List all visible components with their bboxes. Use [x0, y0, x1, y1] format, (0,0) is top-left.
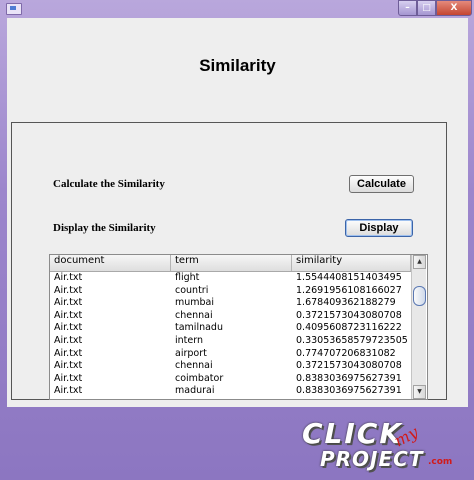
- cell-similarity[interactable]: 0.4095608723116222: [292, 322, 411, 335]
- cell-term[interactable]: countri: [171, 285, 292, 298]
- cell-similarity[interactable]: 1.2691956108166027: [292, 285, 411, 298]
- app-icon: [6, 3, 22, 15]
- minimize-icon: –: [405, 3, 410, 13]
- table-row[interactable]: Air.txt madurai 0.8383036975627391: [50, 385, 411, 398]
- cell-document[interactable]: Air.txt: [50, 272, 171, 285]
- close-icon: X: [450, 3, 458, 13]
- cell-similarity[interactable]: 0.33053658579723505: [292, 335, 411, 348]
- clickmyproject-logo: CLICK my PROJECT .com: [302, 417, 468, 477]
- calculate-button[interactable]: Calculate: [349, 175, 414, 193]
- maximize-icon: □: [422, 3, 431, 13]
- logo-dotcom-text: .com: [428, 457, 453, 467]
- table-row[interactable]: Air.txt tamilnadu 0.4095608723116222: [50, 322, 411, 335]
- calculate-label: Calculate the Similarity: [53, 178, 165, 190]
- cell-document[interactable]: Air.txt: [50, 348, 171, 361]
- table-row[interactable]: Air.txt chennai 0.3721573043080708: [50, 360, 411, 373]
- maximize-button[interactable]: □: [417, 0, 436, 16]
- cell-document[interactable]: Air.txt: [50, 310, 171, 323]
- cell-similarity[interactable]: 0.3721573043080708: [292, 360, 411, 373]
- cell-term[interactable]: madurai: [171, 385, 292, 398]
- minimize-button[interactable]: –: [398, 0, 417, 16]
- logo-click-text: CLICK: [302, 417, 404, 450]
- cell-document[interactable]: Air.txt: [50, 385, 171, 398]
- cell-document[interactable]: Air.txt: [50, 322, 171, 335]
- similarity-panel: Calculate the Similarity Calculate Displ…: [11, 122, 447, 400]
- cell-document[interactable]: Air.txt: [50, 360, 171, 373]
- vertical-scrollbar[interactable]: ▲ ▼: [411, 255, 426, 399]
- cell-similarity[interactable]: 0.774707206831082: [292, 348, 411, 361]
- page-title: Similarity: [199, 56, 276, 75]
- display-label: Display the Similarity: [53, 222, 156, 234]
- scroll-down-button[interactable]: ▼: [413, 385, 426, 399]
- cell-similarity[interactable]: 1.5544408151403495: [292, 272, 411, 285]
- cell-similarity[interactable]: 0.8383036975627391: [292, 385, 411, 398]
- title-bar[interactable]: – □ X: [0, 0, 474, 16]
- display-button[interactable]: Display: [345, 219, 413, 237]
- table-header: document term similarity: [50, 255, 411, 272]
- similarity-table: document term similarity Air.txt flight 1.…: [49, 254, 428, 400]
- scroll-thumb[interactable]: [413, 286, 426, 306]
- cell-document[interactable]: Air.txt: [50, 373, 171, 386]
- table-row[interactable]: Air.txt chennai 0.3721573043080708: [50, 310, 411, 323]
- window-frame: – □ X Similarity Calculate the Similarit…: [0, 0, 474, 480]
- arrow-up-icon: ▲: [417, 258, 422, 265]
- cell-term[interactable]: tamilnadu: [171, 322, 292, 335]
- cell-term[interactable]: flight: [171, 272, 292, 285]
- arrow-down-icon: ▼: [417, 388, 422, 395]
- table-row[interactable]: Air.txt countri 1.2691956108166027: [50, 285, 411, 298]
- table-row[interactable]: Air.txt intern 0.33053658579723505: [50, 335, 411, 348]
- table-row[interactable]: Air.txt airport 0.774707206831082: [50, 348, 411, 361]
- cell-term[interactable]: chennai: [171, 360, 292, 373]
- column-header-similarity[interactable]: similarity: [292, 255, 411, 271]
- cell-term[interactable]: coimbator: [171, 373, 292, 386]
- cell-term[interactable]: intern: [171, 335, 292, 348]
- cell-document[interactable]: Air.txt: [50, 285, 171, 298]
- cell-term[interactable]: chennai: [171, 310, 292, 323]
- cell-document[interactable]: Air.txt: [50, 297, 171, 310]
- cell-similarity[interactable]: 0.8383036975627391: [292, 373, 411, 386]
- column-header-term[interactable]: term: [171, 255, 292, 271]
- cell-document[interactable]: Air.txt: [50, 335, 171, 348]
- table-row[interactable]: Air.txt mumbai 1.678409362188279: [50, 297, 411, 310]
- cell-term[interactable]: airport: [171, 348, 292, 361]
- content-area: Similarity Calculate the Similarity Calc…: [7, 18, 468, 407]
- cell-similarity[interactable]: 0.3721573043080708: [292, 310, 411, 323]
- column-header-document[interactable]: document: [50, 255, 171, 271]
- table-row[interactable]: Air.txt coimbator 0.8383036975627391: [50, 373, 411, 386]
- cell-similarity[interactable]: 1.678409362188279: [292, 297, 411, 310]
- cell-term[interactable]: mumbai: [171, 297, 292, 310]
- table-body: Air.txt flight 1.5544408151403495 Air.txt co…: [50, 272, 411, 398]
- scroll-up-button[interactable]: ▲: [413, 255, 426, 269]
- close-button[interactable]: X: [436, 0, 472, 16]
- logo-project-text: PROJECT: [320, 447, 424, 471]
- table-row[interactable]: Air.txt flight 1.5544408151403495: [50, 272, 411, 285]
